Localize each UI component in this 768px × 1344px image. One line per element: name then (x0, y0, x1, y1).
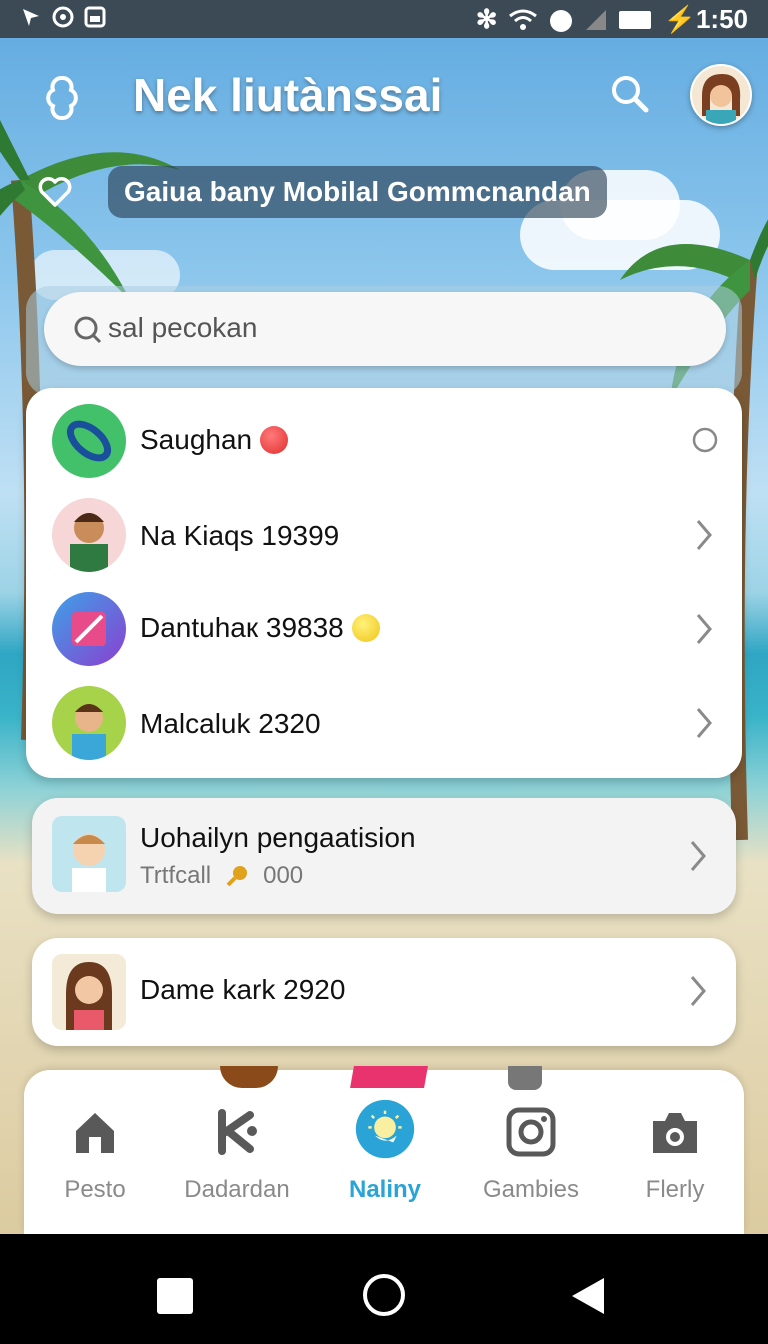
search-icon (74, 316, 102, 344)
key-icon (226, 866, 248, 887)
location-arrow-icon (23, 9, 39, 26)
page-title: Nek liutànssai (133, 69, 443, 121)
chevron-right-icon[interactable] (694, 518, 714, 552)
profile-avatar[interactable] (690, 64, 752, 126)
featured-title: Uohailyn pengaatision (140, 822, 416, 853)
status-bar: ✻ ⚡1:50 (0, 0, 768, 38)
nav-tab-pesto[interactable]: Pesto (30, 1102, 160, 1204)
instagram-icon (506, 1107, 556, 1157)
subtitle-banner: Gaiua bany Mobilal Gommcnandan (108, 166, 607, 218)
recents-button[interactable] (157, 1278, 193, 1314)
battery-icon (618, 10, 651, 29)
wifi-icon (508, 9, 537, 30)
search-input[interactable]: sal pecokan (44, 292, 726, 366)
single-item-name: Dame kark 2920 (140, 974, 346, 1005)
chevron-right-icon[interactable] (688, 974, 708, 1008)
heart-icon[interactable] (38, 176, 72, 208)
search-placeholder: sal pecokan (108, 312, 258, 343)
chevron-right-icon[interactable] (688, 839, 708, 873)
list-item[interactable]: Dantuhaк 39838 (26, 582, 742, 676)
camera-icon (653, 1113, 697, 1153)
single-item-card[interactable]: Dame kark 2920 (32, 938, 736, 1046)
nav-tab-naliny[interactable]: Naliny (320, 1099, 450, 1204)
list-item[interactable]: Saughan (26, 394, 742, 488)
avatar (52, 592, 126, 666)
clover-logo-icon[interactable] (36, 72, 88, 124)
chevron-right-icon[interactable] (694, 706, 714, 740)
list-item[interactable]: Na Kiaqs 19399 (26, 488, 742, 582)
system-navigation-bar (0, 1234, 768, 1344)
bluetooth-icon: ✻ (475, 4, 498, 34)
list-item[interactable]: Malcaluk 2320 (26, 676, 742, 770)
k-logo-icon (218, 1109, 257, 1155)
home-button[interactable] (361, 1272, 407, 1318)
chevron-right-icon[interactable] (694, 612, 714, 646)
home-icon (76, 1113, 114, 1153)
red-smile-icon (260, 426, 289, 454)
sun-chat-icon (355, 1099, 415, 1159)
contacts-card: Saughan Na Kiaqs 19399 Dantuhaк 39838 Ma… (26, 388, 742, 778)
nav-tab-flerly[interactable]: Flerly (610, 1102, 740, 1204)
circle-icon[interactable] (692, 427, 718, 453)
gallery-icon (84, 6, 106, 28)
search-icon[interactable] (608, 72, 652, 116)
featured-card[interactable]: Uohailyn pengaatision Trtfcall 000 (32, 798, 736, 914)
nav-tab-gambies[interactable]: Gambies (466, 1102, 596, 1204)
target-icon (52, 6, 74, 28)
signal-icon (585, 9, 606, 30)
alarm-icon (549, 9, 572, 32)
clock: ⚡1:50 (663, 4, 748, 34)
yellow-smile-icon (351, 614, 380, 642)
avatar (52, 816, 126, 892)
avatar (52, 686, 126, 760)
featured-subtitle: Trtfcall (140, 862, 212, 889)
bottom-navigation: Pesto Dadardan Naliny Gambies Flerly (24, 1066, 744, 1234)
nav-tab-dadardan[interactable]: Dadardan (172, 1102, 302, 1204)
peeking-icons (24, 1066, 744, 1096)
avatar (52, 954, 126, 1030)
back-button[interactable] (570, 1276, 606, 1316)
avatar-icon (692, 66, 750, 124)
featured-count: 000 (263, 862, 304, 889)
avatar (52, 498, 126, 572)
avatar (52, 404, 126, 478)
